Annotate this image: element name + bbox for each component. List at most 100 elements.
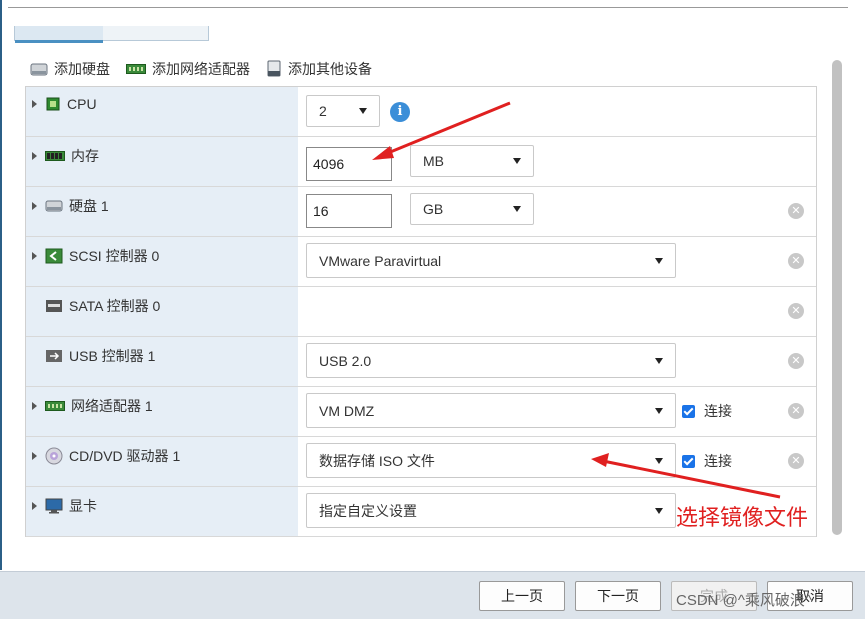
- memory-label-group[interactable]: 内存: [32, 146, 99, 166]
- display-label-group[interactable]: 显卡: [32, 496, 97, 516]
- watermark: CSDN @^乘风破浪^: [676, 592, 812, 609]
- window-left-edge: [0, 0, 2, 570]
- network-card-icon: [126, 64, 146, 74]
- scsi-type-value: VMware Paravirtual: [319, 252, 442, 269]
- usb-icon: [46, 350, 62, 362]
- hard-disk-icon: [45, 200, 63, 212]
- row-memory: 内存 4096 MB: [26, 137, 816, 187]
- remove-network-icon[interactable]: ✕: [788, 403, 804, 419]
- usb-label: USB 控制器 1: [69, 348, 156, 364]
- add-disk-button[interactable]: 添加硬盘: [30, 59, 110, 79]
- usb-version-value: USB 2.0: [319, 352, 372, 369]
- remove-disk-icon[interactable]: ✕: [788, 203, 804, 219]
- add-other-device-button[interactable]: 添加其他设备: [266, 59, 372, 79]
- cddvd-connect-label: 连接: [704, 453, 732, 469]
- remove-scsi-icon[interactable]: ✕: [788, 253, 804, 269]
- network-connect-checkbox[interactable]: 连接: [682, 401, 732, 421]
- usb-label-group: USB 控制器 1: [32, 346, 155, 366]
- memory-unit-select[interactable]: MB: [410, 145, 534, 177]
- chevron-down-icon: [655, 408, 663, 414]
- remove-usb-icon[interactable]: ✕: [788, 353, 804, 369]
- network-value: VM DMZ: [319, 402, 375, 419]
- hardware-grid: CPU 2 i 内存 4096 MB 硬盘 1 16 GB ✕ SCSI 控制器…: [25, 86, 817, 537]
- usb-version-select[interactable]: USB 2.0: [306, 343, 676, 378]
- memory-unit-value: MB: [423, 153, 444, 169]
- disk-size-input[interactable]: 16: [306, 194, 392, 228]
- expand-icon[interactable]: [32, 202, 37, 210]
- add-network-adapter-button[interactable]: 添加网络适配器: [126, 59, 250, 79]
- scsi-type-select[interactable]: VMware Paravirtual: [306, 243, 676, 278]
- chevron-down-icon: [655, 258, 663, 264]
- checkbox-checked-icon[interactable]: [682, 404, 695, 418]
- checkbox-checked-icon[interactable]: [682, 454, 695, 468]
- network-label-group[interactable]: 网络适配器 1: [32, 396, 153, 416]
- cddvd-label: CD/DVD 驱动器 1: [69, 448, 181, 464]
- disk-label-group[interactable]: 硬盘 1: [32, 196, 109, 216]
- cpu-icon: [46, 97, 60, 111]
- device-icon: [267, 60, 281, 77]
- row-scsi-controller: SCSI 控制器 0 VMware Paravirtual ✕: [26, 237, 816, 287]
- cpu-label-group[interactable]: CPU: [32, 96, 97, 112]
- disk-icon: [30, 63, 48, 76]
- cddvd-source-select[interactable]: 数据存储 ISO 文件: [306, 443, 676, 478]
- display-settings-select[interactable]: 指定自定义设置: [306, 493, 676, 528]
- cpu-label: CPU: [67, 96, 97, 112]
- memory-label: 内存: [71, 148, 99, 164]
- display-settings-value: 指定自定义设置: [319, 502, 417, 519]
- network-connect-label: 连接: [704, 403, 732, 419]
- memory-size-input[interactable]: 4096: [306, 147, 392, 181]
- disk-unit-select[interactable]: GB: [410, 193, 534, 225]
- expand-icon[interactable]: [32, 502, 37, 510]
- chevron-down-icon: [513, 206, 521, 212]
- network-select[interactable]: VM DMZ: [306, 393, 676, 428]
- row-cpu: CPU 2 i: [26, 87, 816, 137]
- cpu-count-value: 2: [319, 103, 327, 119]
- scsi-label-group[interactable]: SCSI 控制器 0: [32, 246, 159, 266]
- scsi-label: SCSI 控制器 0: [69, 248, 160, 264]
- cpu-count-select[interactable]: 2: [306, 95, 380, 127]
- expand-icon[interactable]: [32, 402, 37, 410]
- cddvd-label-group[interactable]: CD/DVD 驱动器 1: [32, 446, 180, 466]
- network-label: 网络适配器 1: [71, 398, 153, 414]
- expand-icon[interactable]: [32, 100, 37, 108]
- row-network-adapter: 网络适配器 1 VM DMZ 连接 ✕: [26, 387, 816, 437]
- expand-icon[interactable]: [32, 252, 37, 260]
- vertical-scrollbar[interactable]: [832, 60, 842, 535]
- sata-controller-icon: [46, 300, 62, 312]
- scsi-controller-icon: [45, 248, 63, 264]
- top-divider: [8, 7, 848, 8]
- add-disk-label: 添加硬盘: [54, 61, 110, 77]
- chevron-down-icon: [359, 108, 367, 114]
- row-sata-controller: SATA 控制器 0 ✕: [26, 287, 816, 337]
- cddvd-source-value: 数据存储 ISO 文件: [319, 452, 435, 469]
- expand-icon[interactable]: [32, 152, 37, 160]
- tab-active[interactable]: [15, 26, 103, 43]
- annotation-text: 选择镜像文件: [676, 506, 809, 531]
- tab-strip[interactable]: [14, 26, 209, 43]
- monitor-icon: [45, 498, 63, 514]
- memory-icon: [45, 151, 65, 161]
- prev-page-button[interactable]: 上一页: [479, 581, 565, 611]
- remove-sata-icon[interactable]: ✕: [788, 303, 804, 319]
- chevron-down-icon: [513, 158, 521, 164]
- network-card-icon: [45, 401, 65, 411]
- remove-cddvd-icon[interactable]: ✕: [788, 453, 804, 469]
- chevron-down-icon: [655, 508, 663, 514]
- toolbar: 添加硬盘 添加网络适配器 添加其他设备: [30, 58, 388, 80]
- chevron-down-icon: [655, 458, 663, 464]
- next-page-button[interactable]: 下一页: [575, 581, 661, 611]
- disk-unit-value: GB: [423, 201, 444, 217]
- cddvd-connect-checkbox[interactable]: 连接: [682, 451, 732, 471]
- row-disk: 硬盘 1 16 GB ✕: [26, 187, 816, 237]
- display-label: 显卡: [69, 498, 97, 514]
- chevron-down-icon: [655, 358, 663, 364]
- sata-label-group: SATA 控制器 0: [32, 296, 160, 316]
- sata-label: SATA 控制器 0: [69, 298, 161, 314]
- disk-label: 硬盘 1: [69, 198, 109, 214]
- expand-icon[interactable]: [32, 452, 37, 460]
- add-other-device-label: 添加其他设备: [288, 61, 372, 77]
- row-usb-controller: USB 控制器 1 USB 2.0 ✕: [26, 337, 816, 387]
- info-icon[interactable]: i: [390, 102, 410, 122]
- row-cd-dvd-drive: CD/DVD 驱动器 1 数据存储 ISO 文件 连接 ✕: [26, 437, 816, 487]
- cd-dvd-icon: [45, 447, 63, 465]
